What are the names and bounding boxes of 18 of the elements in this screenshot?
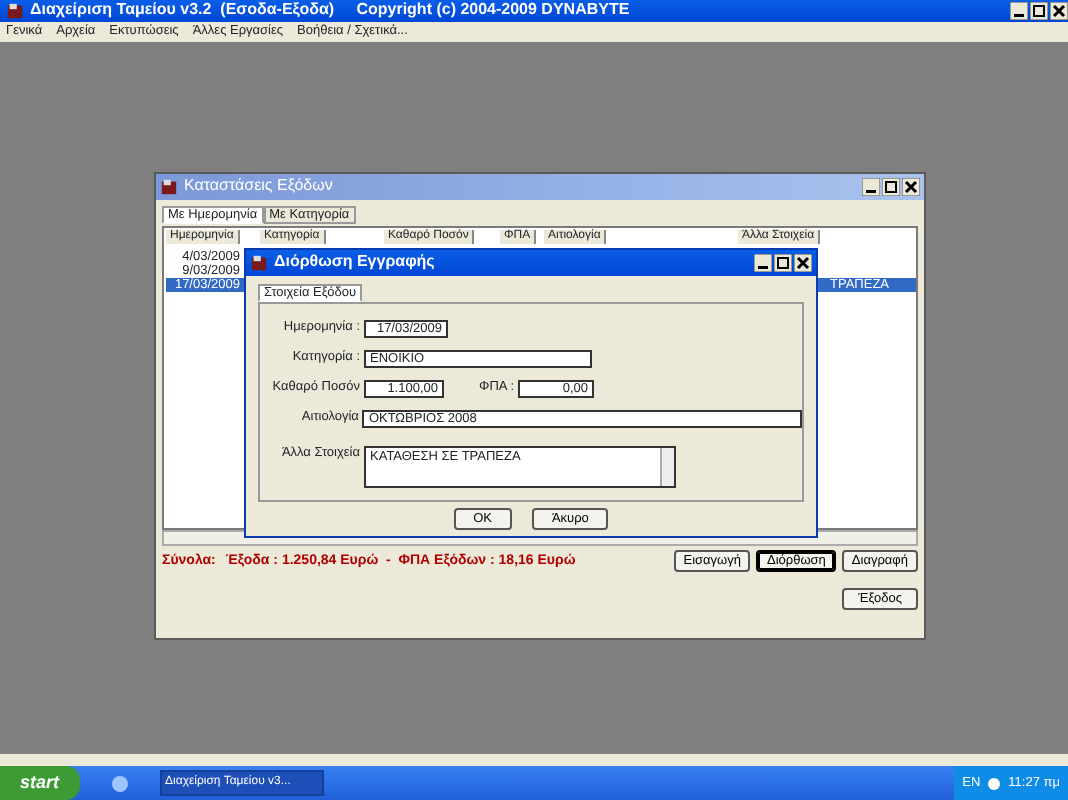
dialog-title: Διόρθωση Εγγραφής [274, 254, 435, 272]
close-icon[interactable] [902, 178, 920, 196]
maximize-icon[interactable] [882, 178, 900, 196]
start-button[interactable]: start [0, 766, 80, 800]
minimize-icon[interactable] [1010, 2, 1028, 20]
app-icon [160, 178, 178, 196]
app-icon [6, 2, 24, 20]
app-icon [250, 254, 268, 272]
window-title: Διαχείριση Ταμείου v3.2 (Εσοδα-Εξοδα) Copyright (c) 2004-2009 DYNABYTE [30, 2, 630, 20]
maximize-icon[interactable] [1030, 2, 1048, 20]
window-title: Καταστάσεις Εξόδων [184, 178, 333, 196]
close-icon[interactable] [1050, 2, 1068, 20]
maximize-icon[interactable] [774, 254, 792, 272]
minimize-icon[interactable] [754, 254, 772, 272]
minimize-icon[interactable] [862, 178, 880, 196]
close-icon[interactable] [794, 254, 812, 272]
tray-icon[interactable] [988, 777, 1001, 789]
scrollbar [660, 448, 674, 486]
